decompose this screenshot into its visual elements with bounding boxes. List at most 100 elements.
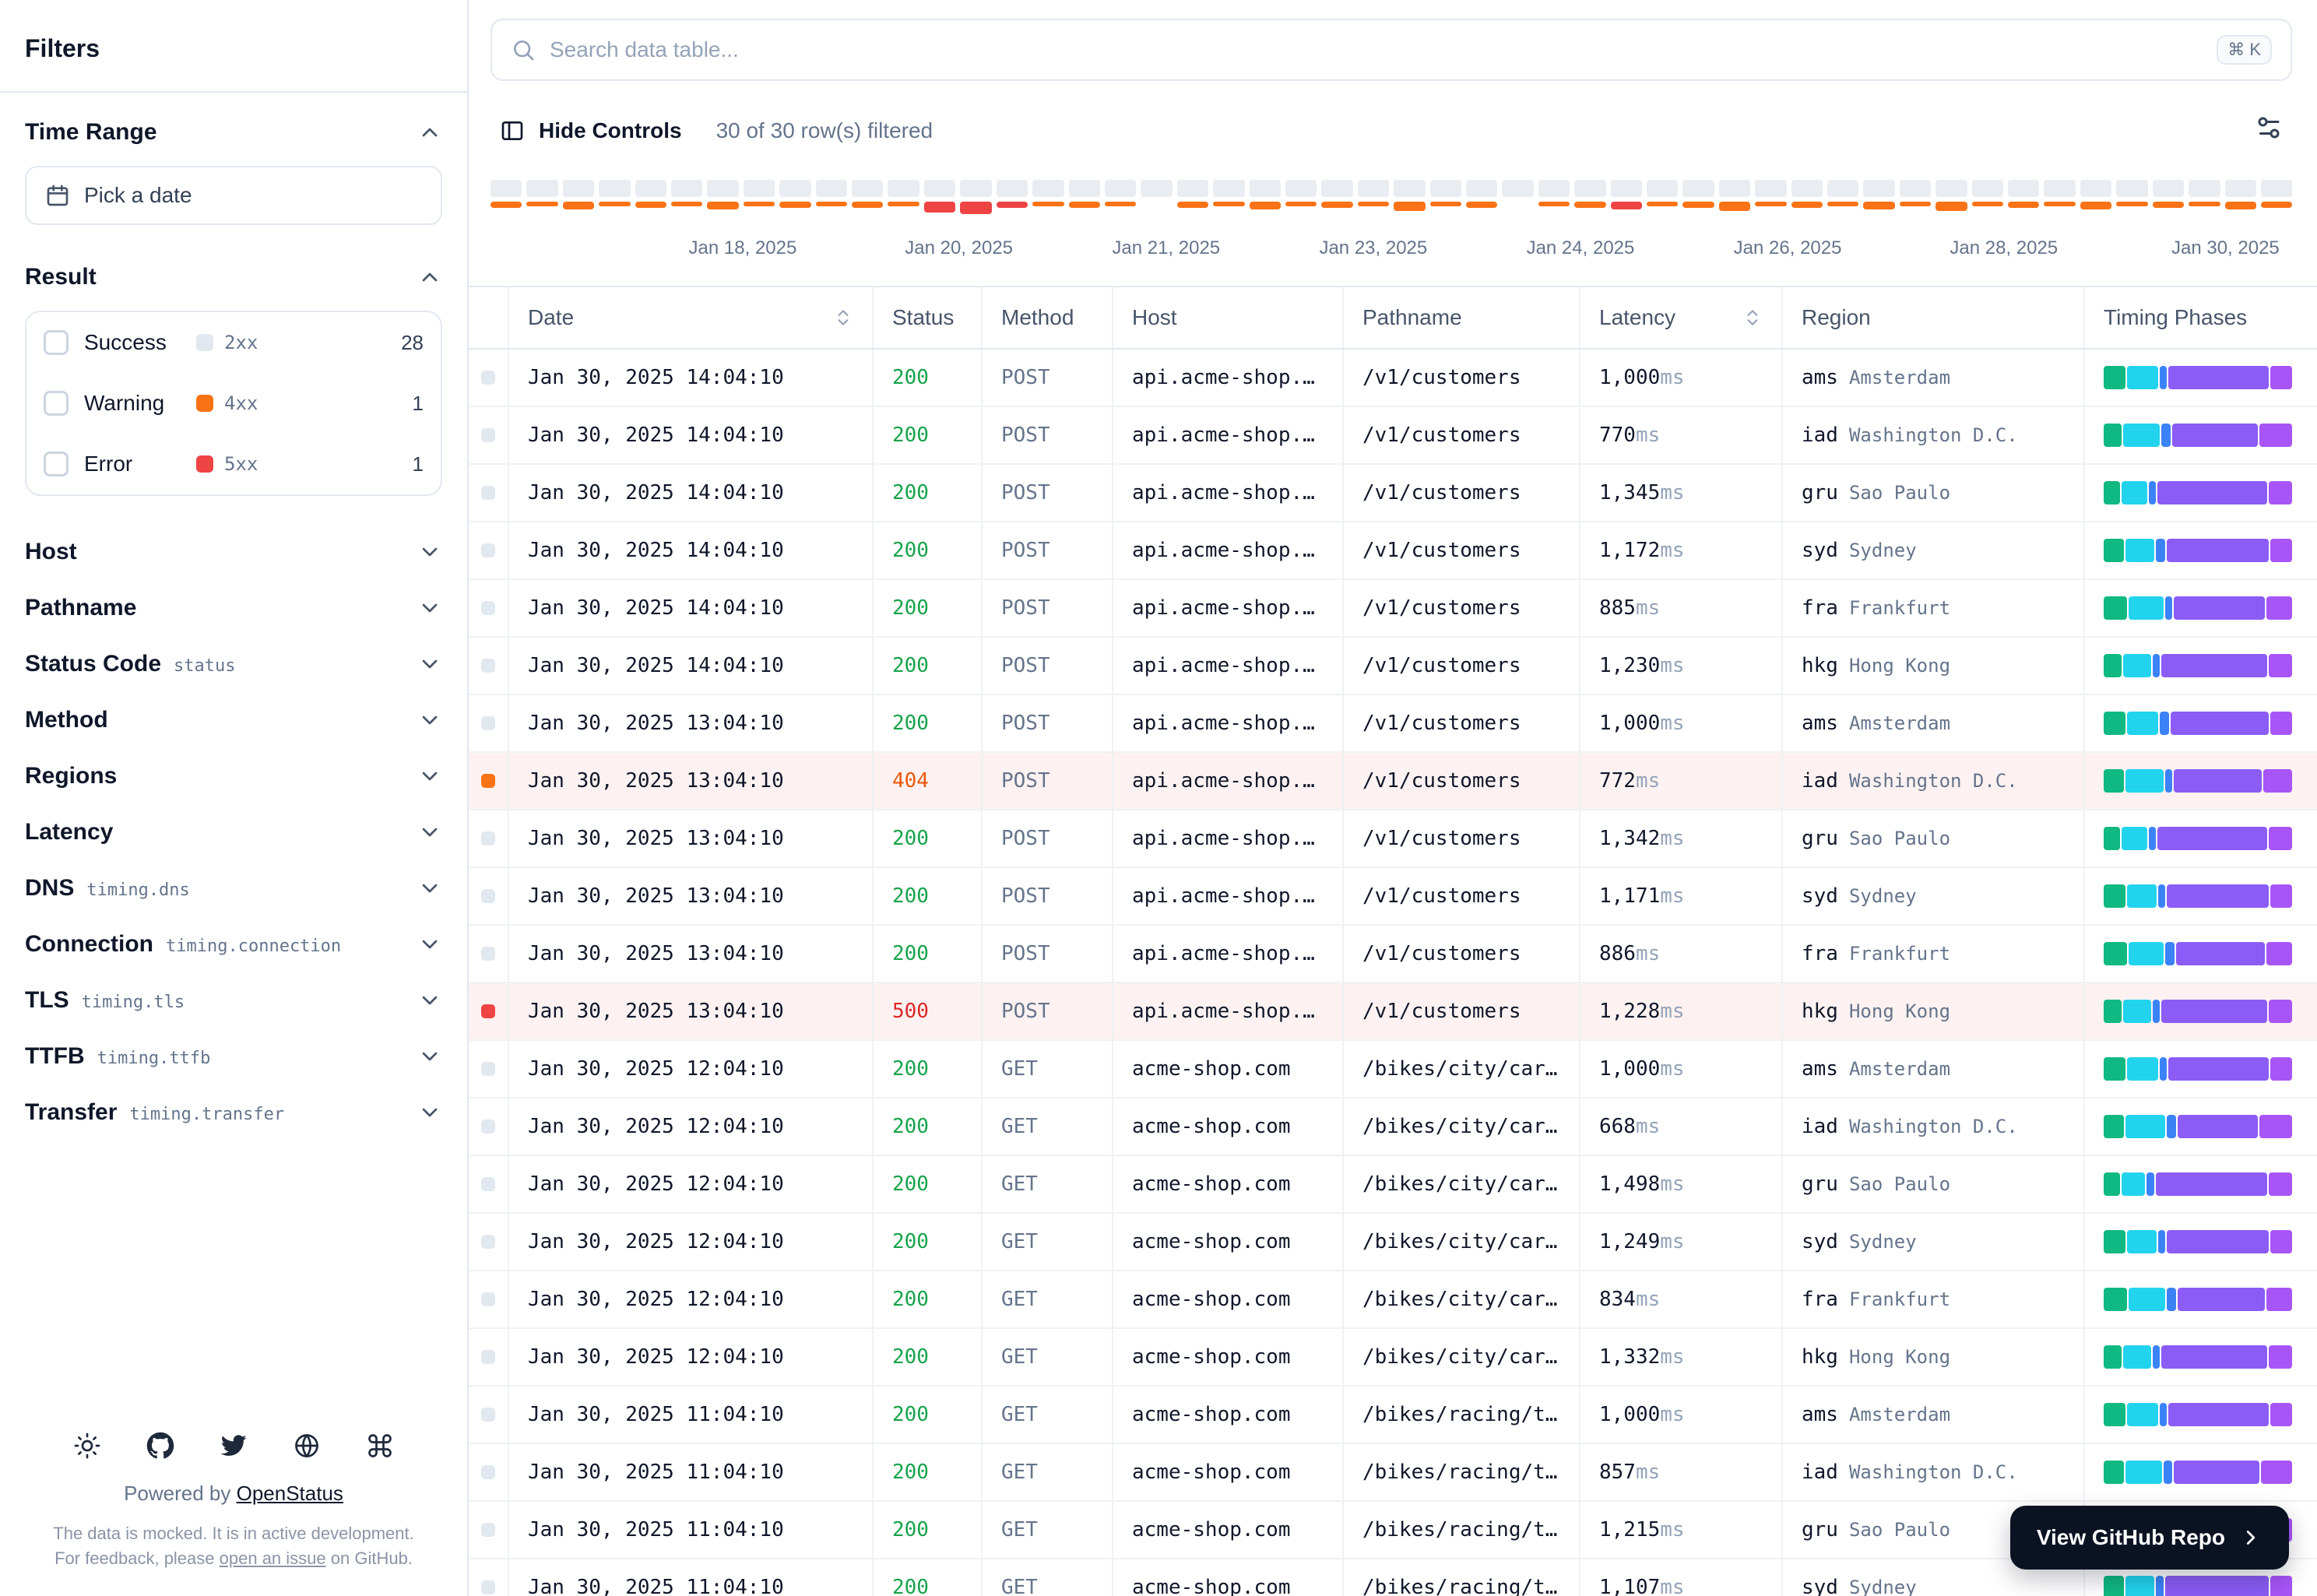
sun-icon[interactable]	[73, 1432, 101, 1460]
filter-section-header[interactable]: Method	[25, 692, 442, 748]
table-row[interactable]: Jan 30, 2025 11:04:10 200 GET acme-shop.com…	[469, 1387, 2317, 1444]
table-row[interactable]: Jan 30, 2025 13:04:10 200 POST api.acme-sho…	[469, 868, 2317, 926]
row-status-marker[interactable]	[481, 1292, 495, 1306]
chart-bar[interactable]	[960, 180, 992, 214]
chart-bar[interactable]	[1141, 180, 1173, 197]
result-option[interactable]: Error 5xx 1	[26, 434, 441, 494]
table-row[interactable]: Jan 30, 2025 14:04:10 200 POST api.acme-sho…	[469, 465, 2317, 522]
chart-bar[interactable]	[1791, 180, 1823, 208]
chart-bar[interactable]	[1682, 180, 1714, 208]
chart-bar[interactable]	[2224, 180, 2256, 209]
row-status-marker[interactable]	[481, 1062, 495, 1076]
chart-bar[interactable]	[1936, 180, 1967, 211]
time-range-section-header[interactable]: Time Range	[25, 102, 442, 163]
open-issue-link[interactable]: open an issue	[220, 1549, 326, 1568]
chart-bar[interactable]	[599, 180, 631, 206]
filter-section-header[interactable]: TTFB timing.ttfb	[25, 1028, 442, 1085]
table-row[interactable]: Jan 30, 2025 12:04:10 200 GET acme-shop.com…	[469, 1041, 2317, 1099]
chart-bar[interactable]	[1213, 180, 1245, 206]
view-github-repo-button[interactable]: View GitHub Repo	[2009, 1506, 2289, 1570]
row-status-marker[interactable]	[481, 716, 495, 730]
chart-bar[interactable]	[1032, 180, 1064, 206]
chart-bar[interactable]	[1899, 180, 1932, 206]
row-status-marker[interactable]	[481, 1120, 495, 1134]
chart-bar[interactable]	[2189, 180, 2220, 206]
row-status-marker[interactable]	[481, 1177, 495, 1191]
checkbox[interactable]	[44, 330, 69, 355]
filter-section-header[interactable]: Status Code status	[25, 636, 442, 692]
chart-bar[interactable]	[888, 180, 919, 206]
row-status-marker[interactable]	[481, 601, 495, 615]
row-status-marker[interactable]	[481, 1350, 495, 1364]
sort-icon[interactable]	[833, 308, 853, 328]
header-date[interactable]: Date	[509, 287, 874, 348]
command-icon[interactable]	[366, 1432, 394, 1460]
chart-bar[interactable]	[2008, 180, 2040, 208]
chart-bar[interactable]	[1647, 180, 1679, 206]
chart-bar[interactable]	[2044, 180, 2076, 206]
table-row[interactable]: Jan 30, 2025 13:04:10 200 POST api.acme-sho…	[469, 695, 2317, 753]
filter-section-header[interactable]: DNS timing.dns	[25, 860, 442, 916]
chart-bar[interactable]	[779, 180, 811, 208]
chart-bar[interactable]	[923, 180, 956, 213]
checkbox[interactable]	[44, 452, 69, 476]
chart-bar[interactable]	[671, 180, 703, 206]
table-row[interactable]: Jan 30, 2025 13:04:10 500 POST api.acme-sho…	[469, 983, 2317, 1041]
chart-bar[interactable]	[1502, 180, 1534, 197]
view-options-button[interactable]	[2245, 104, 2292, 156]
chart-bar[interactable]	[743, 180, 775, 206]
table-row[interactable]: Jan 30, 2025 12:04:10 200 GET acme-shop.com…	[469, 1156, 2317, 1214]
table-row[interactable]: Jan 30, 2025 12:04:10 200 GET acme-shop.com…	[469, 1271, 2317, 1329]
table-row[interactable]: Jan 30, 2025 13:04:10 404 POST api.acme-sho…	[469, 753, 2317, 810]
chart-bar[interactable]	[2116, 180, 2148, 206]
chart-bar[interactable]	[1863, 180, 1895, 209]
chart-bar[interactable]	[1104, 180, 1137, 206]
filter-section-header[interactable]: Pathname	[25, 580, 442, 636]
table-row[interactable]: Jan 30, 2025 14:04:10 200 POST api.acme-sho…	[469, 580, 2317, 638]
chart-bar[interactable]	[852, 180, 884, 208]
row-status-marker[interactable]	[481, 659, 495, 673]
row-status-marker[interactable]	[481, 1523, 495, 1537]
chart-bar[interactable]	[1574, 180, 1606, 208]
chart-bar[interactable]	[526, 180, 558, 206]
chart-bar[interactable]	[1429, 180, 1461, 206]
chart-bar[interactable]	[1465, 180, 1498, 208]
filter-section-header[interactable]: Latency	[25, 804, 442, 860]
chart-bar[interactable]	[490, 180, 522, 208]
row-status-marker[interactable]	[481, 1580, 495, 1594]
row-status-marker[interactable]	[481, 774, 495, 788]
github-icon[interactable]	[146, 1432, 174, 1460]
chart-bar[interactable]	[1755, 180, 1787, 206]
table-row[interactable]: Jan 30, 2025 13:04:10 200 POST api.acme-sho…	[469, 810, 2317, 868]
hide-controls-button[interactable]: Hide Controls	[490, 112, 691, 149]
chart-bar[interactable]	[1176, 180, 1209, 208]
chart-bar[interactable]	[996, 180, 1028, 208]
chart-bar[interactable]	[815, 180, 848, 206]
table-row[interactable]: Jan 30, 2025 11:04:10 200 GET acme-shop.com…	[469, 1444, 2317, 1502]
filter-section-header[interactable]: Transfer timing.transfer	[25, 1085, 442, 1141]
date-picker-button[interactable]: Pick a date	[25, 166, 442, 225]
result-option[interactable]: Success 2xx 28	[26, 312, 441, 373]
table-row[interactable]: Jan 30, 2025 14:04:10 200 POST api.acme-sho…	[469, 522, 2317, 580]
chart-bar[interactable]	[635, 180, 667, 208]
table-row[interactable]: Jan 30, 2025 12:04:10 200 GET acme-shop.com…	[469, 1329, 2317, 1387]
chart-bar[interactable]	[1610, 180, 1642, 209]
chart-bar[interactable]	[1357, 180, 1390, 206]
row-status-marker[interactable]	[481, 1235, 495, 1249]
chart-bar[interactable]	[2152, 180, 2185, 208]
filter-section-header[interactable]: Connection timing.connection	[25, 916, 442, 972]
table-row[interactable]: Jan 30, 2025 12:04:10 200 GET acme-shop.com…	[469, 1214, 2317, 1271]
chart-bar[interactable]	[1068, 180, 1100, 208]
checkbox[interactable]	[44, 391, 69, 416]
row-status-marker[interactable]	[481, 1465, 495, 1479]
table-row[interactable]: Jan 30, 2025 14:04:10 200 POST api.acme-sho…	[469, 638, 2317, 695]
twitter-icon[interactable]	[220, 1432, 248, 1460]
row-status-marker[interactable]	[481, 1004, 495, 1018]
row-status-marker[interactable]	[481, 1408, 495, 1422]
header-latency[interactable]: Latency	[1580, 287, 1783, 348]
chart-bar[interactable]	[2080, 180, 2112, 209]
chart-bar[interactable]	[1249, 180, 1281, 209]
row-status-marker[interactable]	[481, 371, 495, 385]
chart-bar[interactable]	[1718, 180, 1751, 211]
chart-bar[interactable]	[1971, 180, 2004, 206]
